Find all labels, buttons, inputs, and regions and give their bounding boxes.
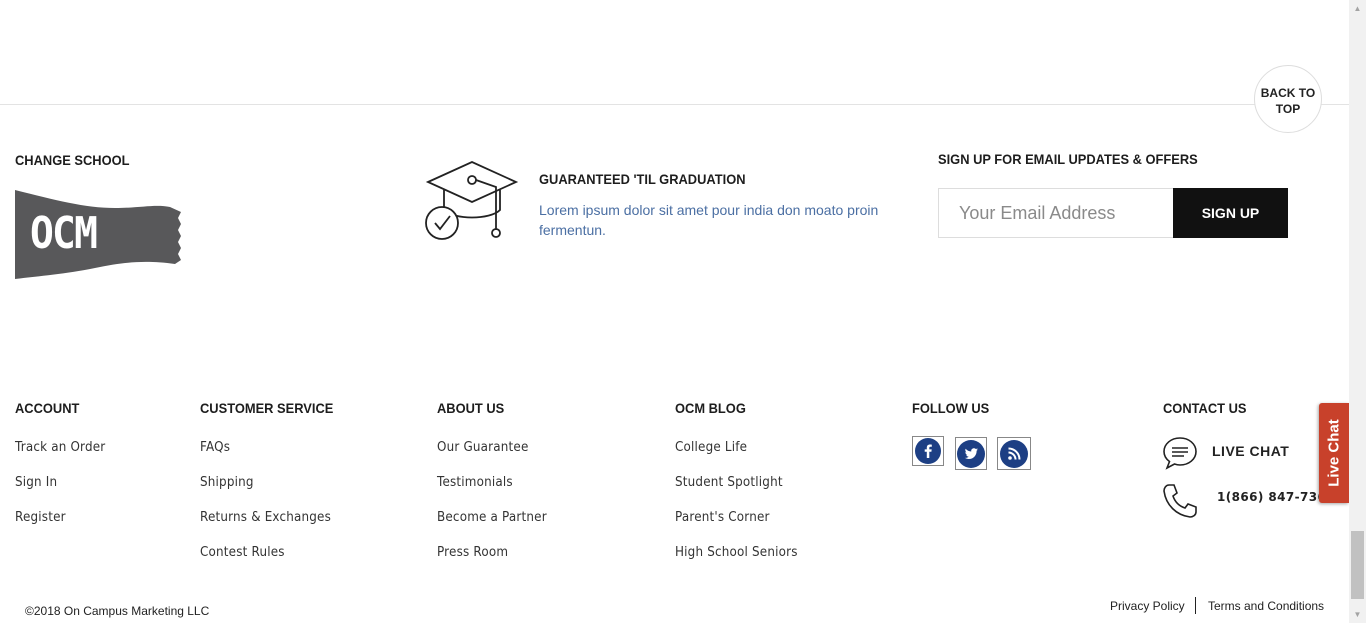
signup-heading: SIGN UP FOR EMAIL UPDATES & OFFERS (938, 151, 1198, 167)
link-register[interactable]: Register (15, 510, 66, 525)
link-testimonials[interactable]: Testimonials (437, 475, 513, 490)
link-press-room[interactable]: Press Room (437, 545, 508, 560)
facebook-icon[interactable] (912, 436, 944, 466)
link-contest-rules[interactable]: Contest Rules (200, 545, 285, 560)
link-sign-in[interactable]: Sign In (15, 475, 57, 490)
scrollbar-track[interactable] (1349, 0, 1366, 623)
link-track-order[interactable]: Track an Order (15, 440, 105, 455)
terms-link[interactable]: Terms and Conditions (1208, 599, 1324, 613)
link-college-life[interactable]: College Life (675, 440, 747, 455)
copyright-text: ©2018 On Campus Marketing LLC (25, 604, 210, 618)
chat-bubble-icon (1162, 436, 1198, 475)
phone-number[interactable]: 1(866) 847-7365 (1217, 490, 1335, 504)
follow-heading: FOLLOW US (912, 400, 990, 416)
change-school-heading: CHANGE SCHOOL (15, 152, 130, 168)
link-parents-corner[interactable]: Parent's Corner (675, 510, 770, 525)
privacy-policy-link[interactable]: Privacy Policy (1110, 599, 1185, 613)
live-chat-tab[interactable]: Live Chat (1319, 403, 1349, 503)
phone-icon (1162, 483, 1198, 524)
footer-divider (1195, 597, 1196, 614)
contact-heading: CONTACT US (1163, 400, 1247, 416)
customer-service-heading: CUSTOMER SERVICE (200, 400, 334, 416)
rss-icon[interactable] (997, 437, 1031, 470)
link-shipping[interactable]: Shipping (200, 475, 254, 490)
blog-heading: OCM BLOG (675, 400, 746, 416)
live-chat-tab-label: Live Chat (1325, 419, 1343, 487)
live-chat-link[interactable]: LIVE CHAT (1212, 443, 1289, 459)
scrollbar-thumb[interactable] (1351, 531, 1364, 599)
school-logo-text: OCM (30, 208, 98, 259)
scroll-down-icon[interactable]: ▼ (1349, 606, 1366, 623)
scroll-up-icon[interactable]: ▲ (1349, 0, 1366, 17)
link-student-spotlight[interactable]: Student Spotlight (675, 475, 783, 490)
guarantee-text: Lorem ipsum dolor sit amet pour india do… (539, 202, 879, 238)
signup-button[interactable]: SIGN UP (1173, 188, 1288, 238)
graduation-cap-check-icon (424, 160, 519, 242)
link-faqs[interactable]: FAQs (200, 440, 230, 455)
link-become-partner[interactable]: Become a Partner (437, 510, 547, 525)
account-heading: ACCOUNT (15, 400, 80, 416)
guarantee-heading: GUARANTEED 'TIL GRADUATION (539, 171, 746, 187)
twitter-icon[interactable] (955, 437, 987, 470)
back-to-top-line1: BACK TO (1260, 86, 1316, 100)
back-to-top-line2: TOP (1275, 102, 1301, 116)
back-to-top-button[interactable]: BACK TO TOP (1254, 65, 1322, 133)
school-logo[interactable]: OCM (15, 190, 182, 280)
link-our-guarantee[interactable]: Our Guarantee (437, 440, 529, 455)
about-us-heading: ABOUT US (437, 400, 505, 416)
email-input[interactable] (938, 188, 1173, 238)
section-divider (0, 104, 1349, 105)
link-returns[interactable]: Returns & Exchanges (200, 510, 331, 525)
link-high-school-seniors[interactable]: High School Seniors (675, 545, 798, 560)
